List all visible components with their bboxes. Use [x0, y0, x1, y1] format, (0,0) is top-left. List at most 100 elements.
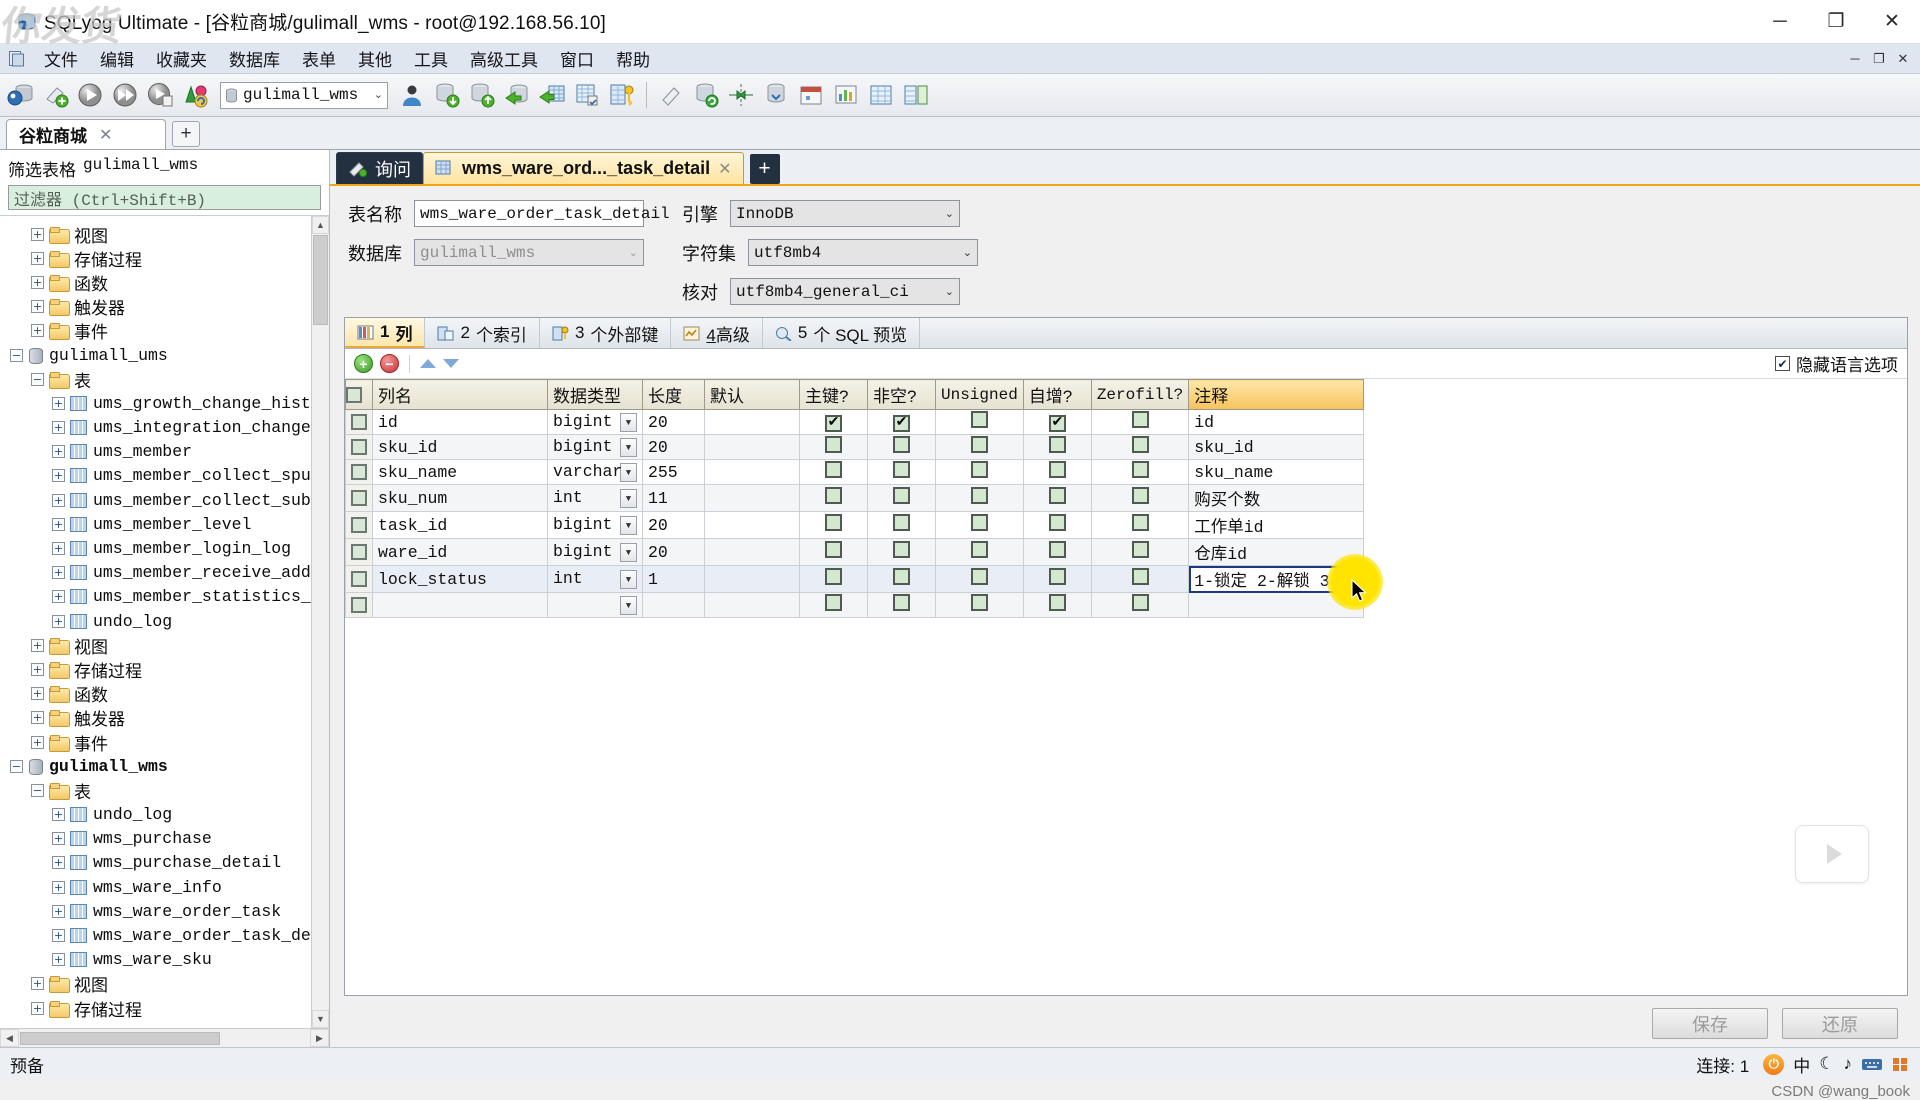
mdi-minimize-button[interactable]: ─	[1844, 49, 1866, 69]
column-name-cell[interactable]: lock_status	[372, 565, 548, 593]
not-null-cell[interactable]	[867, 484, 936, 512]
grid-header-6[interactable]: 非空?	[867, 379, 936, 410]
database-select[interactable]: gulimall_wms ⌄	[414, 239, 644, 266]
unsigned-cell[interactable]	[935, 538, 1024, 566]
expand-icon[interactable]: +	[31, 324, 44, 338]
zerofill-cell[interactable]	[1090, 434, 1190, 460]
columns-grid-scroll[interactable]: 列名 数据类型 长度 默认 主键? 非空? Unsigned 自增? Zerofill? 注释 id…	[345, 379, 1907, 995]
auto-increment-cell-checkbox[interactable]	[1048, 514, 1066, 531]
tree-node[interactable]: + wms_ware_order_task_det	[0, 923, 311, 947]
migration-icon[interactable]	[759, 77, 793, 113]
not-null-cell[interactable]: ✔	[867, 409, 936, 435]
menu-window[interactable]: 窗口	[549, 44, 605, 73]
zerofill-cell[interactable]	[1090, 592, 1190, 618]
auto-increment-cell[interactable]: ✔	[1022, 409, 1092, 435]
row-select-cell[interactable]	[345, 511, 373, 539]
column-name-cell[interactable]	[372, 592, 548, 618]
zerofill-cell-checkbox[interactable]	[1131, 594, 1149, 611]
form-view-icon[interactable]	[899, 77, 933, 113]
row-checkbox[interactable]	[351, 544, 367, 561]
expand-icon[interactable]: +	[31, 300, 44, 314]
row-checkbox[interactable]	[351, 439, 367, 456]
primary-key-cell[interactable]	[799, 484, 868, 512]
not-null-cell[interactable]	[867, 459, 936, 485]
collation-select[interactable]: utf8mb4_general_ci ⌄	[730, 278, 960, 305]
table-row[interactable]: sku_id ▼ bigint 20 sku_id	[345, 434, 1365, 460]
grid-header-10[interactable]: 注释	[1188, 379, 1365, 410]
tree-node[interactable]: + 存储过程	[0, 246, 311, 270]
not-null-cell[interactable]	[867, 592, 936, 618]
expand-icon[interactable]: +	[52, 493, 65, 507]
remove-column-icon[interactable]: −	[380, 354, 399, 373]
expand-icon[interactable]: +	[52, 614, 65, 628]
tree-node[interactable]: + 函数	[0, 270, 311, 294]
not-null-cell-checkbox[interactable]	[893, 594, 910, 611]
grid-header-3[interactable]: 长度	[642, 379, 705, 410]
new-connection-icon[interactable]	[39, 77, 73, 113]
scroll-right-icon[interactable]: ▶	[310, 1029, 329, 1047]
expand-icon[interactable]: +	[52, 566, 65, 580]
menu-file[interactable]: 文件	[33, 44, 89, 73]
tree-node[interactable]: − 表	[0, 778, 311, 802]
auto-increment-cell[interactable]	[1022, 511, 1092, 539]
auto-increment-cell-checkbox[interactable]	[1048, 541, 1066, 558]
primary-key-cell-checkbox[interactable]: ✔	[825, 414, 842, 432]
comment-cell[interactable]: 1-锁定 2-解锁 3-扣	[1188, 565, 1365, 593]
expand-icon[interactable]: +	[52, 517, 65, 531]
connection-manager-icon[interactable]	[4, 77, 38, 113]
restore-database-icon[interactable]	[535, 77, 569, 113]
data-type-cell[interactable]: ▼ int	[547, 484, 643, 512]
primary-key-cell-checkbox[interactable]	[825, 436, 842, 453]
primary-key-cell[interactable]: ✔	[799, 409, 868, 435]
expand-icon[interactable]: +	[31, 227, 44, 241]
auto-increment-cell-checkbox[interactable]	[1048, 568, 1066, 585]
data-type-cell[interactable]: ▼ bigint	[547, 538, 643, 566]
keyboard-icon[interactable]	[1861, 1057, 1883, 1072]
table-row[interactable]: ware_id ▼ bigint 20 仓库id	[345, 538, 1365, 566]
expand-icon[interactable]: +	[52, 542, 65, 556]
tree-node[interactable]: + wms_ware_info	[0, 875, 311, 899]
expand-icon[interactable]: +	[31, 638, 44, 652]
not-null-cell-checkbox[interactable]	[893, 436, 910, 453]
unsigned-cell-checkbox[interactable]	[970, 436, 988, 453]
expand-icon[interactable]: +	[31, 977, 44, 991]
data-type-cell[interactable]: ▼	[547, 592, 643, 618]
zerofill-cell[interactable]	[1090, 459, 1190, 485]
menu-help[interactable]: 帮助	[605, 44, 661, 73]
export-database-icon[interactable]	[465, 77, 499, 113]
mdi-close-button[interactable]: ✕	[1892, 49, 1914, 69]
table-row[interactable]: sku_num ▼ int 11 购买个数	[345, 484, 1365, 512]
row-checkbox[interactable]	[351, 597, 367, 614]
expand-icon[interactable]: +	[52, 445, 65, 459]
tree-node[interactable]: + ums_growth_change_histo	[0, 391, 311, 415]
not-null-cell[interactable]	[867, 511, 936, 539]
grid-header-2[interactable]: 数据类型	[547, 379, 643, 410]
key-manager-icon[interactable]	[605, 77, 639, 113]
primary-key-cell-checkbox[interactable]	[825, 594, 842, 611]
collapse-icon[interactable]: −	[10, 348, 23, 362]
row-select-cell[interactable]	[345, 484, 373, 512]
tree-node[interactable]: + 视图	[0, 972, 311, 996]
tree-node[interactable]: + ums_member_statistics_i	[0, 585, 311, 609]
tree-horizontal-scrollbar[interactable]: ◀ ▶	[0, 1028, 329, 1047]
tree-node[interactable]: + 触发器	[0, 706, 311, 730]
auto-increment-cell[interactable]	[1022, 538, 1092, 566]
primary-key-cell-checkbox[interactable]	[825, 514, 842, 531]
subtab-indexes[interactable]: 2 个索引	[425, 318, 540, 348]
tab-query[interactable]: 询问	[336, 152, 423, 184]
unsigned-cell-checkbox[interactable]	[970, 514, 988, 531]
auto-increment-cell[interactable]	[1022, 459, 1092, 485]
length-cell[interactable]: 1	[642, 565, 705, 593]
default-cell[interactable]	[704, 565, 800, 593]
row-checkbox[interactable]	[351, 571, 367, 588]
length-cell[interactable]: 11	[642, 484, 705, 512]
expand-icon[interactable]: +	[31, 251, 44, 265]
expand-icon[interactable]: +	[52, 880, 65, 894]
tree-vertical-scrollbar[interactable]: ▲ ▼	[311, 216, 329, 1028]
object-tree[interactable]: + 视图 + 存储过程 + 函数 + 触发器 + 事件 − gulimall_ums − 表 + ums_gr…	[0, 216, 311, 1028]
unsigned-cell[interactable]	[935, 409, 1024, 435]
connection-tab-gulimall[interactable]: 谷粒商城 ✕	[6, 119, 166, 149]
auto-increment-cell-checkbox[interactable]	[1048, 436, 1066, 453]
data-type-dropdown-icon[interactable]: ▼	[620, 570, 637, 589]
not-null-cell[interactable]	[867, 538, 936, 566]
